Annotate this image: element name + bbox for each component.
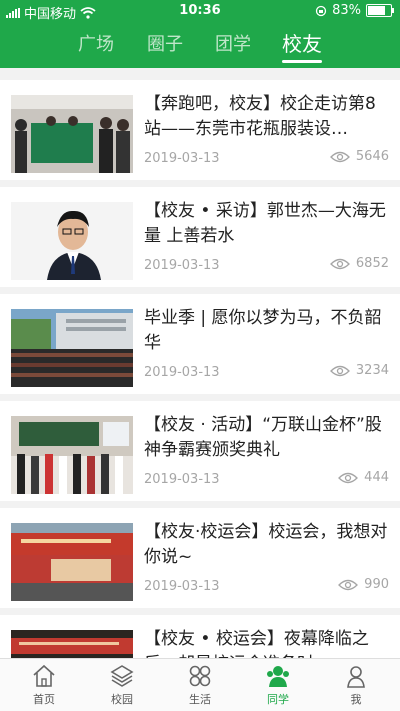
- bottom-tab-label: 同学: [267, 693, 289, 706]
- status-bar: 中国移动 10:36 83%: [0, 0, 400, 22]
- article-title: 毕业季 | 愿你以梦为马，不负韶华: [144, 308, 382, 353]
- bottom-tab-bar: 首页 校园 生活 同学 我: [0, 658, 400, 711]
- bottom-tab-me[interactable]: 我: [316, 663, 396, 707]
- layers-icon: [110, 665, 134, 687]
- tab-label: 校友: [282, 32, 322, 56]
- article-thumbnail: [11, 95, 133, 173]
- person-icon: [347, 666, 365, 688]
- view-count-value: 5646: [355, 149, 389, 164]
- article-title: 【校友 • 采访】郭世杰—大海无量 上善若水: [144, 201, 386, 246]
- eye-icon: [329, 365, 350, 376]
- bottom-tab-label: 生活: [189, 693, 211, 706]
- article-item[interactable]: 【校友·校运会】校运会，我想对你说~ 2019-03-13 990: [0, 508, 400, 608]
- bottom-tab-label: 我: [350, 693, 362, 706]
- tab-square[interactable]: 广场: [78, 30, 114, 56]
- article-title: 【校友 · 活动】“万联山金杯”股神争霸赛颁奖典礼: [144, 415, 382, 460]
- rotation-lock-icon: [315, 5, 327, 16]
- divider: [0, 501, 400, 508]
- view-count: 444: [338, 470, 389, 485]
- article-item[interactable]: 【奔跑吧，校友】校企走访第8站——东莞市花瓶服装设… 2019-03-13 56…: [0, 80, 400, 180]
- article-date: 2019-03-13: [144, 579, 220, 594]
- article-date: 2019-03-13: [144, 365, 220, 380]
- bottom-tab-home[interactable]: 首页: [4, 663, 84, 707]
- eye-icon: [338, 579, 359, 590]
- article-title: 【校友·校运会】校运会，我想对你说~: [144, 522, 388, 567]
- bottom-tab-campus[interactable]: 校园: [82, 663, 162, 707]
- article-date: 2019-03-13: [144, 472, 220, 487]
- article-thumbnail: [11, 309, 133, 387]
- battery-icon: [366, 4, 394, 17]
- article-item[interactable]: 【校友 • 校运会】夜幕降临之后，却是校运会准备时: [0, 615, 400, 659]
- tab-alumni[interactable]: 校友: [282, 28, 322, 63]
- bottom-tab-label: 首页: [33, 693, 55, 706]
- bottom-tab-label: 校园: [111, 693, 133, 706]
- eye-icon: [329, 151, 350, 162]
- divider: [0, 394, 400, 401]
- view-count-value: 444: [364, 470, 389, 485]
- people-icon: [267, 666, 289, 687]
- view-count-value: 3234: [355, 363, 389, 378]
- view-count: 6852: [329, 256, 389, 271]
- bottom-tab-life[interactable]: 生活: [160, 663, 240, 707]
- view-count: 3234: [329, 363, 389, 378]
- eye-icon: [329, 258, 350, 269]
- top-tab-bar: 广场 圈子 团学 校友: [0, 28, 400, 68]
- bottom-tab-classmates[interactable]: 同学: [238, 663, 318, 707]
- view-count: 990: [338, 577, 389, 592]
- view-count-value: 990: [364, 577, 389, 592]
- article-date: 2019-03-13: [144, 258, 220, 273]
- article-item[interactable]: 【校友 · 活动】“万联山金杯”股神争霸赛颁奖典礼 2019-03-13 444: [0, 401, 400, 501]
- eye-icon: [338, 472, 359, 483]
- header: 中国移动 10:36 83% 广场 圈子 团学 校友: [0, 0, 400, 68]
- article-item[interactable]: 毕业季 | 愿你以梦为马，不负韶华 2019-03-13 3234: [0, 294, 400, 394]
- article-list[interactable]: 【奔跑吧，校友】校企走访第8站——东莞市花瓶服装设… 2019-03-13 56…: [0, 68, 400, 659]
- article-date: 2019-03-13: [144, 151, 220, 166]
- view-count: 5646: [329, 149, 389, 164]
- tab-circle[interactable]: 圈子: [147, 30, 183, 56]
- article-item[interactable]: 【校友 • 采访】郭世杰—大海无量 上善若水 2019-03-13 6852: [0, 187, 400, 287]
- tab-label: 广场: [78, 34, 114, 55]
- divider: [0, 608, 400, 615]
- tab-label: 圈子: [147, 34, 183, 55]
- battery-percent: 83%: [332, 3, 361, 18]
- home-icon: [33, 664, 55, 687]
- article-thumbnail: [11, 523, 133, 601]
- view-count-value: 6852: [355, 256, 389, 271]
- divider: [0, 180, 400, 187]
- article-thumbnail: [11, 416, 133, 494]
- grid-icon: [189, 665, 211, 687]
- tab-label: 团学: [215, 34, 251, 55]
- article-title: 【奔跑吧，校友】校企走访第8站——东莞市花瓶服装设…: [144, 94, 376, 139]
- article-thumbnail: [11, 202, 133, 280]
- tab-youth-league[interactable]: 团学: [215, 30, 251, 56]
- divider: [0, 287, 400, 294]
- article-title: 【校友 • 校运会】夜幕降临之后，却是校运会准备时: [144, 629, 369, 659]
- article-thumbnail: [11, 630, 133, 659]
- active-tab-indicator: [282, 60, 322, 63]
